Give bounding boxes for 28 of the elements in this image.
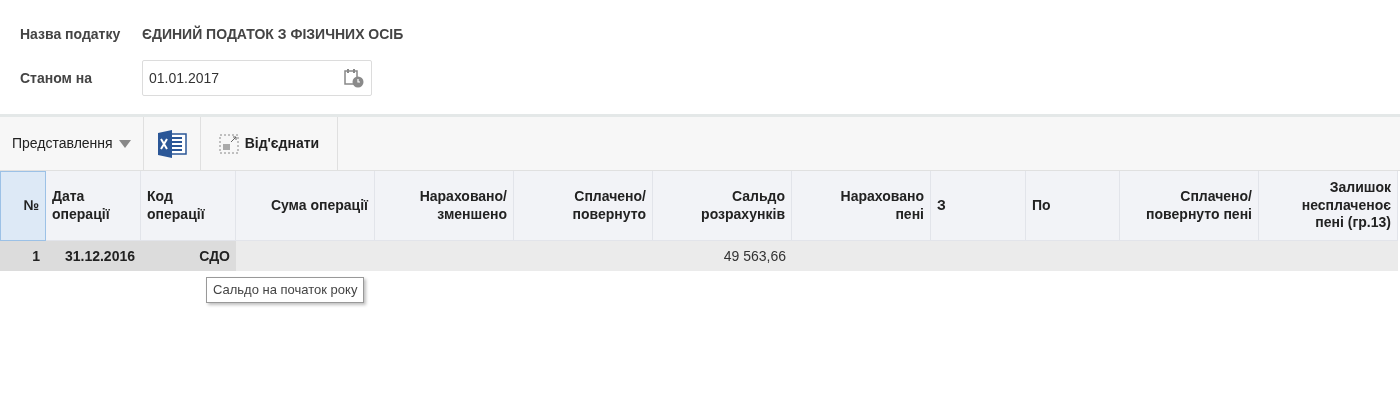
field-label: Станом на [20,68,94,88]
detach-button[interactable]: Від'єднати [244,133,320,154]
caret-icon[interactable] [118,139,131,148]
date-field[interactable]: 01.01.2017 [142,60,372,96]
column-header[interactable]: Сума операції [236,171,375,241]
tooltip: Сальдо на початок року [206,277,365,303]
column-header[interactable]: Нараховано/ зменшено [375,171,514,241]
column-header[interactable]: Сплачено/ повернуто пені [1120,171,1259,241]
table-cell: 31.12.2016 [46,241,141,271]
calendar-icon[interactable] [343,68,365,88]
column-header[interactable]: Дата операції [46,171,141,241]
column-header[interactable]: З [931,171,1026,241]
column-header[interactable]: Код операції [141,171,236,241]
column-header[interactable]: № [0,171,46,241]
table-cell: 1 [0,241,46,271]
column-header[interactable]: Нараховано пені [792,171,931,241]
column-header[interactable]: Сальдо розрахунків [653,171,792,241]
field-label: Назва податку [20,24,122,44]
column-header[interactable]: Залишок несплаченоє пені (гр.13) [1259,171,1398,241]
spreadsheet-icon[interactable] [155,128,188,159]
table-cell: 49 563,66 [653,241,792,271]
column-header[interactable]: Сплачено/ повернуто [514,171,653,241]
field-value: 01.01.2017 [149,68,220,88]
view-menu[interactable]: Представлення [12,133,113,154]
column-header[interactable]: По [1026,171,1120,241]
table-cell: СДО [141,241,236,271]
field-value: ЄДИНИЙ ПОДАТОК З ФІЗИЧНИХ ОСІБ [142,24,404,44]
detach-icon[interactable] [218,133,239,154]
